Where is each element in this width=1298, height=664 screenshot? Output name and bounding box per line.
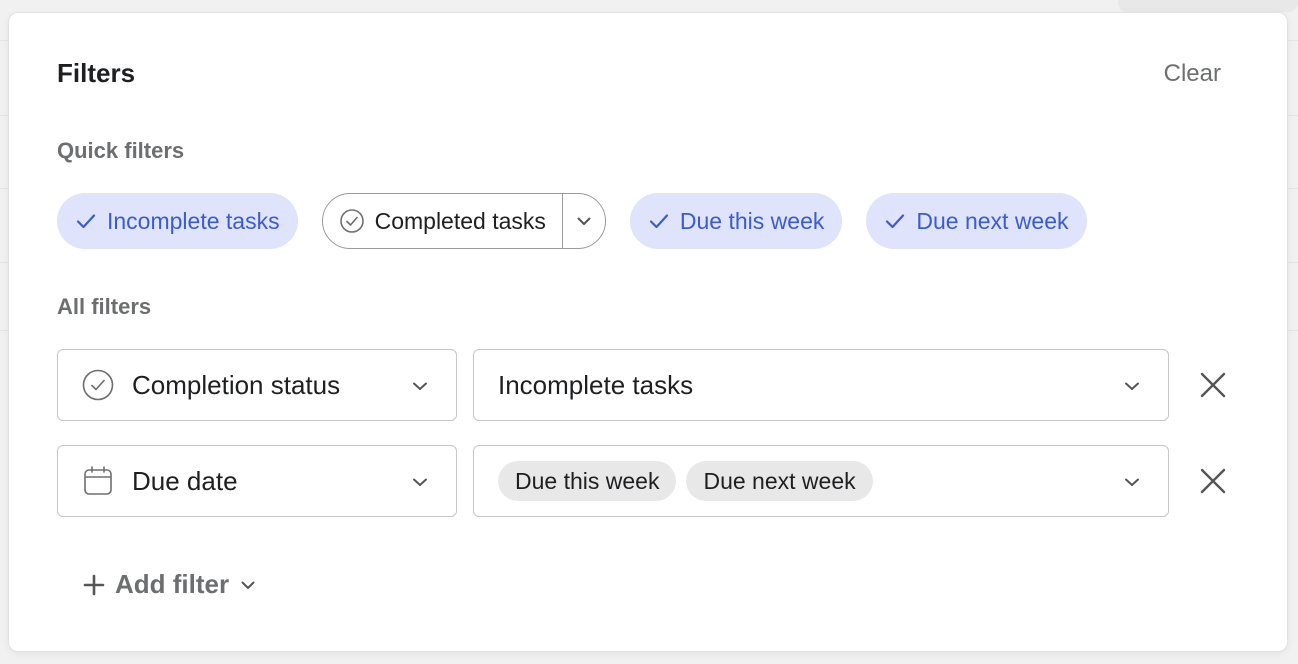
chip-completed-tasks[interactable]: Completed tasks [321, 193, 606, 249]
filter-value-label: Incomplete tasks [498, 370, 694, 400]
value-tag[interactable]: Due next week [686, 461, 873, 501]
close-icon[interactable] [1197, 465, 1229, 497]
check-icon [76, 214, 96, 229]
filter-field-select[interactable]: Due date [57, 445, 457, 517]
plus-icon [83, 574, 105, 595]
chip-completed-tasks-main[interactable]: Completed tasks [323, 194, 562, 248]
filter-value-select[interactable]: Incomplete tasks [473, 349, 1169, 421]
close-icon[interactable] [1197, 369, 1229, 401]
filter-value-select[interactable]: Due this week Due next week [473, 445, 1169, 517]
calendar-icon [84, 466, 112, 495]
background-shape [1118, 0, 1298, 12]
chip-options-dropdown[interactable] [561, 194, 605, 248]
chevron-down-icon [413, 478, 427, 486]
check-circle-icon [82, 369, 114, 401]
chevron-down-icon [1125, 478, 1139, 486]
check-icon [649, 214, 669, 229]
filter-row: Completion status Incomplete tasks [57, 349, 1237, 421]
chevron-down-icon [413, 382, 427, 390]
filter-field-label: Completion status [132, 370, 341, 400]
chip-due-this-week[interactable]: Due this week [629, 193, 843, 249]
quick-filters-label: Quick filters [57, 138, 185, 163]
quick-filter-chips: Incomplete tasks Completed tasks Due thi… [57, 193, 1087, 249]
chip-due-next-week[interactable]: Due next week [866, 193, 1087, 249]
check-circle-icon [339, 209, 364, 233]
filter-field-select[interactable]: Completion status [57, 349, 457, 421]
chip-label: Completed tasks [374, 208, 546, 234]
chip-label: Due this week [679, 208, 825, 234]
chip-label: Incomplete tasks [107, 208, 280, 234]
filter-row: Due date Due this week Due next week [57, 445, 1237, 517]
chip-incomplete-tasks[interactable]: Incomplete tasks [57, 193, 298, 249]
all-filters-label: All filters [57, 294, 152, 319]
check-icon [886, 214, 905, 229]
panel-title: Filters [57, 58, 136, 88]
add-filter-label: Add filter [115, 569, 230, 599]
filters-panel: Filters Clear Quick filters Incomplete t… [8, 12, 1288, 652]
filter-field-label: Due date [132, 466, 238, 496]
clear-button[interactable]: Clear [1164, 59, 1221, 89]
chip-label: Due next week [916, 208, 1069, 234]
chevron-down-icon [577, 217, 591, 225]
value-tag[interactable]: Due this week [498, 461, 677, 501]
value-tags: Due this week Due next week [498, 461, 883, 501]
chevron-down-icon [241, 581, 255, 589]
add-filter-button[interactable]: Add filter [83, 569, 257, 600]
chevron-down-icon [1125, 382, 1139, 390]
